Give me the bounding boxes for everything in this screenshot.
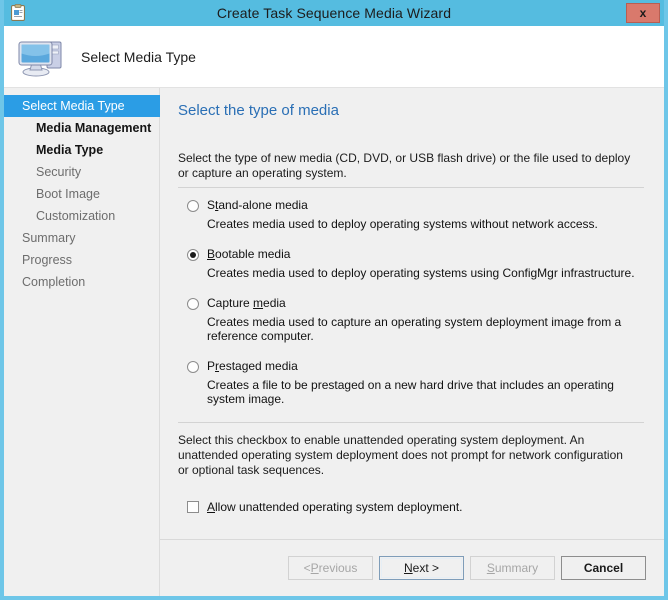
wizard-content: Select the type of media Select the type… bbox=[160, 88, 664, 596]
previous-button[interactable]: < Previous bbox=[288, 556, 373, 580]
divider-bottom bbox=[178, 422, 644, 423]
wizard-window: Create Task Sequence Media Wizard x Sele… bbox=[0, 0, 668, 600]
header-title: Select Media Type bbox=[81, 49, 196, 65]
button-bar: < Previous Next > Summary Cancel bbox=[160, 539, 664, 596]
radio-capture-media[interactable] bbox=[187, 298, 199, 310]
sidebar-item-progress[interactable]: Progress bbox=[4, 249, 159, 271]
title-bar: Create Task Sequence Media Wizard x bbox=[4, 0, 664, 26]
summary-button[interactable]: Summary bbox=[470, 556, 555, 580]
computer-monitor-icon bbox=[17, 33, 71, 81]
option-row[interactable]: Stand-alone media bbox=[178, 198, 644, 212]
radio-prestaged-media[interactable] bbox=[187, 361, 199, 373]
option-prestaged-media: Prestaged media Creates a file to be pre… bbox=[178, 359, 644, 406]
sidebar-item-customization[interactable]: Customization bbox=[4, 205, 159, 227]
next-button[interactable]: Next > bbox=[379, 556, 464, 580]
option-row[interactable]: Capture media bbox=[178, 296, 644, 310]
checkbox-note: Select this checkbox to enable unattende… bbox=[178, 433, 633, 478]
option-bootable-media: Bootable media Creates media used to dep… bbox=[178, 247, 644, 280]
wizard-body: Select Media Type Media Management Media… bbox=[4, 88, 664, 596]
clipboard-icon bbox=[9, 4, 27, 22]
option-label[interactable]: Stand-alone media bbox=[207, 198, 308, 212]
radio-bootable-media[interactable] bbox=[187, 249, 199, 261]
checkbox-allow-unattended-deployment[interactable] bbox=[187, 501, 199, 513]
option-description: Creates media used to deploy operating s… bbox=[207, 217, 644, 231]
option-row[interactable]: Bootable media bbox=[178, 247, 644, 261]
close-button[interactable]: x bbox=[626, 3, 660, 23]
divider-top bbox=[178, 187, 644, 188]
unattended-deployment-row[interactable]: Allow unattended operating system deploy… bbox=[187, 500, 644, 514]
sidebar-item-media-type[interactable]: Media Type bbox=[4, 139, 159, 161]
sidebar-item-security[interactable]: Security bbox=[4, 161, 159, 183]
page-title: Select the type of media bbox=[178, 102, 644, 119]
wizard-header: Select Media Type bbox=[4, 26, 664, 88]
checkbox-label[interactable]: Allow unattended operating system deploy… bbox=[207, 500, 463, 514]
option-description: Creates a file to be prestaged on a new … bbox=[207, 378, 644, 406]
option-label[interactable]: Capture media bbox=[207, 296, 286, 310]
radio-stand-alone-media[interactable] bbox=[187, 200, 199, 212]
option-label[interactable]: Bootable media bbox=[207, 247, 290, 261]
sidebar-item-media-management[interactable]: Media Management bbox=[4, 117, 159, 139]
window-title: Create Task Sequence Media Wizard bbox=[4, 5, 664, 21]
content-inner: Select the type of media Select the type… bbox=[160, 88, 664, 539]
option-description: Creates media used to deploy operating s… bbox=[207, 266, 644, 280]
sidebar-item-select-media-type[interactable]: Select Media Type bbox=[4, 95, 160, 117]
option-stand-alone-media: Stand-alone media Creates media used to … bbox=[178, 198, 644, 231]
option-row[interactable]: Prestaged media bbox=[178, 359, 644, 373]
option-label[interactable]: Prestaged media bbox=[207, 359, 298, 373]
sidebar-item-completion[interactable]: Completion bbox=[4, 271, 159, 293]
intro-text: Select the type of new media (CD, DVD, o… bbox=[178, 151, 638, 181]
sidebar-item-boot-image[interactable]: Boot Image bbox=[4, 183, 159, 205]
cancel-button[interactable]: Cancel bbox=[561, 556, 646, 580]
option-capture-media: Capture media Creates media used to capt… bbox=[178, 296, 644, 343]
sidebar-item-summary[interactable]: Summary bbox=[4, 227, 159, 249]
option-description: Creates media used to capture an operati… bbox=[207, 315, 644, 343]
wizard-steps-sidebar: Select Media Type Media Management Media… bbox=[4, 88, 160, 596]
